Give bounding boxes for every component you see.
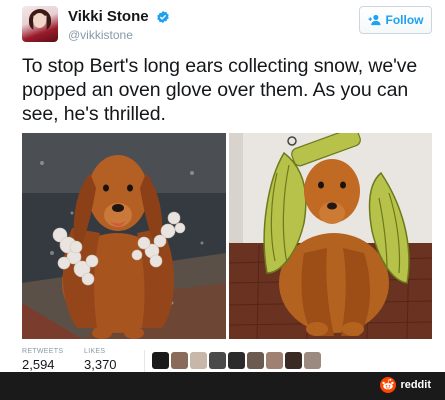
photo-dog-with-oven-glove[interactable] [229,133,432,339]
liker-avatar[interactable] [209,352,226,369]
liker-avatar[interactable] [190,352,207,369]
likes-count: 3,370 [84,357,117,372]
likes-stat[interactable]: LIKES 3,370 [84,348,117,372]
display-name[interactable]: Vikki Stone [68,8,149,25]
avatar[interactable] [22,6,58,42]
follow-button[interactable]: Follow [359,6,432,34]
liker-avatar[interactable] [152,352,169,369]
follow-button-label: Follow [385,13,424,27]
retweets-stat[interactable]: RETWEETS 2,594 [22,348,63,372]
retweets-count: 2,594 [22,357,55,372]
photo-dog-in-snow[interactable] [22,133,226,339]
tweet-card: Vikki Stone @vikkistone Follow To stop B… [0,0,445,374]
reddit-footer: reddit [0,372,445,400]
retweets-label: RETWEETS [22,348,64,355]
stats-divider [144,350,145,374]
follow-person-icon [368,14,381,26]
reddit-wordmark: reddit [400,379,431,391]
verified-badge-icon [157,10,169,23]
liker-avatars [152,352,321,369]
tweet-text: To stop Bert's long ears collecting snow… [22,55,418,125]
liker-avatar[interactable] [171,352,188,369]
reddit-alien-icon [380,377,397,393]
liker-avatar[interactable] [304,352,321,369]
reddit-logo[interactable]: reddit [380,377,431,393]
liker-avatar[interactable] [228,352,245,369]
tweet-photos [22,133,432,339]
liker-avatar[interactable] [247,352,264,369]
liker-avatar[interactable] [285,352,302,369]
tweet-header: Vikki Stone @vikkistone Follow [22,6,432,42]
author-block: Vikki Stone @vikkistone [68,8,170,42]
liker-avatar[interactable] [266,352,283,369]
likes-label: LIKES [84,348,106,355]
user-handle[interactable]: @vikkistone [68,28,170,42]
